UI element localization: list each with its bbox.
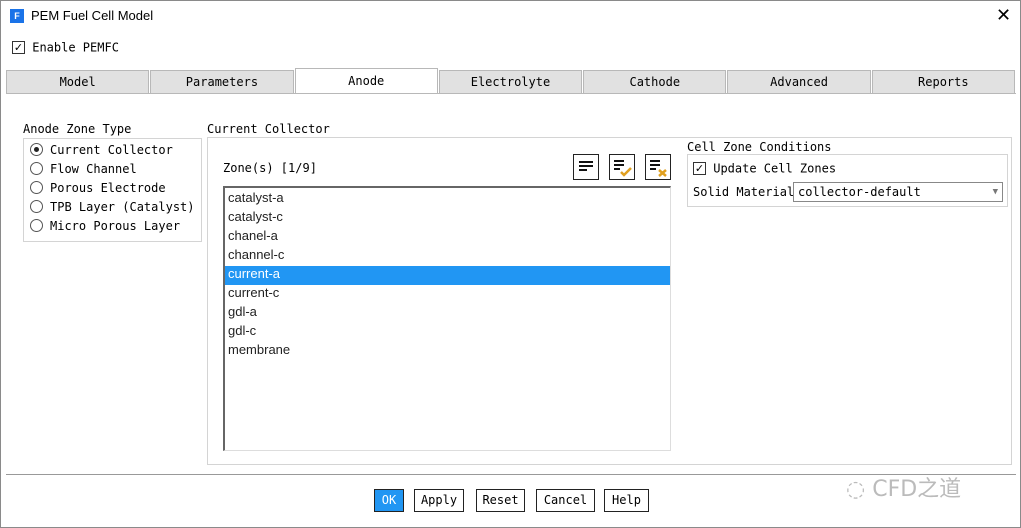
radio-label: Porous Electrode bbox=[50, 180, 166, 195]
close-icon[interactable]: ✕ bbox=[996, 5, 1011, 26]
update-cell-zones-label: Update Cell Zones bbox=[713, 161, 837, 176]
help-button[interactable]: Help bbox=[604, 489, 649, 512]
zone-item-membrane[interactable]: membrane bbox=[225, 342, 670, 361]
radio-icon[interactable] bbox=[30, 181, 43, 194]
zone-item-catalyst-c[interactable]: catalyst-c bbox=[225, 209, 670, 228]
radio-label: Flow Channel bbox=[50, 161, 137, 176]
update-cell-zones-checkbox[interactable]: ✓ Update Cell Zones bbox=[693, 161, 836, 176]
zones-list[interactable]: catalyst-a catalyst-c chanel-a channel-c… bbox=[223, 186, 671, 451]
radio-label: Current Collector bbox=[50, 142, 173, 157]
radio-porous-electrode[interactable]: Porous Electrode bbox=[24, 178, 201, 197]
select-checked-icon[interactable] bbox=[609, 154, 635, 180]
watermark: ◌ CFD之道 bbox=[846, 471, 961, 503]
radio-label: Micro Porous Layer bbox=[50, 218, 181, 233]
watermark-text: CFD之道 bbox=[872, 477, 962, 502]
radio-tpb-layer[interactable]: TPB Layer (Catalyst) bbox=[24, 197, 201, 216]
reset-button[interactable]: Reset bbox=[476, 489, 525, 512]
radio-icon[interactable] bbox=[30, 200, 43, 213]
tab-model[interactable]: Model bbox=[6, 70, 150, 94]
radio-current-collector[interactable]: Current Collector bbox=[24, 140, 201, 159]
apply-button[interactable]: Apply bbox=[414, 489, 464, 512]
enable-pemfc-label: Enable PEMFC bbox=[32, 40, 119, 55]
window-title: PEM Fuel Cell Model bbox=[31, 8, 154, 23]
radio-flow-channel[interactable]: Flow Channel bbox=[24, 159, 201, 178]
tab-electrolyte[interactable]: Electrolyte bbox=[438, 70, 583, 94]
radio-micro-porous-layer[interactable]: Micro Porous Layer bbox=[24, 216, 201, 235]
tab-cathode[interactable]: Cathode bbox=[583, 70, 727, 94]
zone-item-gdl-a[interactable]: gdl-a bbox=[225, 304, 670, 323]
checkbox-check-icon[interactable]: ✓ bbox=[12, 41, 25, 54]
wechat-icon: ◌ bbox=[846, 477, 866, 502]
zone-item-catalyst-a[interactable]: catalyst-a bbox=[225, 190, 670, 209]
zone-item-chanel-a[interactable]: chanel-a bbox=[225, 228, 670, 247]
solid-material-select[interactable]: collector-default ▼ bbox=[793, 182, 1003, 202]
tab-anode[interactable]: Anode bbox=[294, 68, 438, 93]
zones-label: Zone(s) [1/9] bbox=[223, 161, 317, 175]
zone-item-gdl-c[interactable]: gdl-c bbox=[225, 323, 670, 342]
solid-material-label: Solid Material bbox=[693, 185, 795, 199]
checkbox-check-icon[interactable]: ✓ bbox=[693, 162, 706, 175]
tab-reports[interactable]: Reports bbox=[871, 70, 1015, 94]
deselect-all-icon[interactable] bbox=[645, 154, 671, 180]
zone-item-channel-c[interactable]: channel-c bbox=[225, 247, 670, 266]
radio-icon[interactable] bbox=[30, 219, 43, 232]
collector-title: Current Collector bbox=[207, 122, 330, 136]
title-bar bbox=[1, 1, 1020, 31]
solid-material-value: collector-default bbox=[798, 185, 921, 199]
chevron-down-icon[interactable]: ▼ bbox=[993, 183, 998, 201]
zone-type-group: Current Collector Flow Channel Porous El… bbox=[23, 138, 202, 242]
zone-type-title: Anode Zone Type bbox=[23, 122, 132, 136]
zone-item-current-a[interactable]: current-a bbox=[225, 266, 670, 285]
zone-item-current-c[interactable]: current-c bbox=[225, 285, 670, 304]
tab-advanced[interactable]: Advanced bbox=[727, 70, 871, 94]
enable-pemfc-checkbox[interactable]: ✓ Enable PEMFC bbox=[12, 40, 119, 55]
tab-bar: Model Parameters Anode Electrolyte Catho… bbox=[6, 68, 1016, 94]
cancel-button[interactable]: Cancel bbox=[536, 489, 595, 512]
radio-label: TPB Layer (Catalyst) bbox=[50, 199, 195, 214]
tab-parameters[interactable]: Parameters bbox=[150, 70, 294, 94]
select-all-icon[interactable] bbox=[573, 154, 599, 180]
radio-icon[interactable] bbox=[30, 143, 43, 156]
ok-button[interactable]: OK bbox=[374, 489, 404, 512]
app-icon: F bbox=[10, 9, 24, 23]
cell-zone-title: Cell Zone Conditions bbox=[687, 140, 832, 154]
radio-icon[interactable] bbox=[30, 162, 43, 175]
